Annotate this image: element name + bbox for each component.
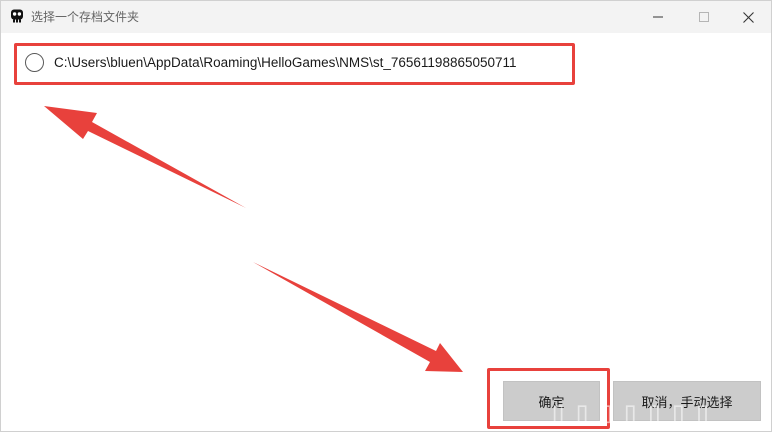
- highlight-box-confirm: [487, 368, 610, 429]
- maximize-button[interactable]: [681, 1, 727, 33]
- skull-icon: [11, 9, 23, 23]
- minimize-button[interactable]: [635, 1, 681, 33]
- title-bar: 选择一个存档文件夹: [1, 1, 771, 33]
- close-button[interactable]: [725, 1, 771, 33]
- window-title: 选择一个存档文件夹: [31, 10, 140, 24]
- highlight-box-path: [14, 43, 575, 85]
- arrow-to-confirm: [253, 262, 463, 372]
- arrow-to-path: [44, 106, 246, 208]
- maximize-icon: [699, 12, 709, 22]
- minimize-icon: [653, 16, 663, 18]
- select-save-folder-dialog: 选择一个存档文件夹 C:\Users\bluen\AppData\Roaming…: [0, 0, 772, 432]
- close-icon: [742, 11, 754, 23]
- cancel-manual-select-button[interactable]: 取消，手动选择: [613, 381, 761, 421]
